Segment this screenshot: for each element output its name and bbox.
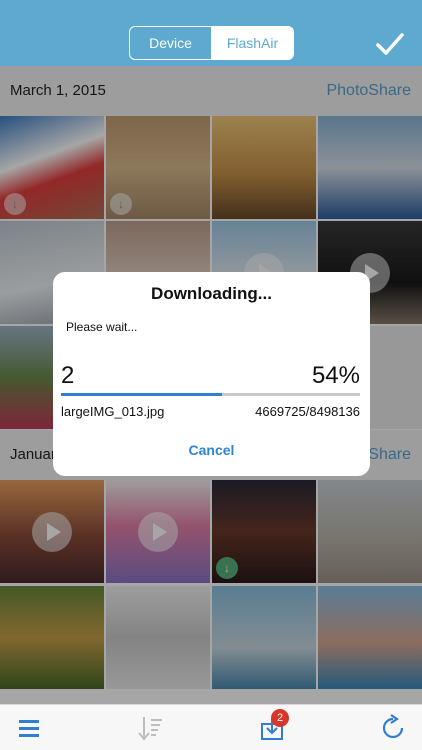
refresh-icon[interactable] — [378, 713, 408, 743]
download-progress-bar — [61, 393, 360, 396]
top-bar: Device FlashAir — [0, 0, 422, 66]
segment-device[interactable]: Device — [130, 27, 212, 59]
download-bytes: 4669725/8498136 — [255, 404, 360, 419]
sort-icon[interactable] — [136, 713, 166, 743]
download-filename: largeIMG_013.jpg — [61, 404, 165, 419]
download-count-badge: 2 — [271, 709, 289, 727]
source-segmented-control[interactable]: Device FlashAir — [129, 26, 294, 60]
checkmark-icon[interactable] — [374, 30, 406, 58]
progress-fill — [61, 393, 223, 396]
segment-flashair[interactable]: FlashAir — [212, 27, 293, 59]
downloading-dialog: Downloading... Please wait... 2 54% larg… — [53, 272, 370, 476]
download-count: 2 — [61, 362, 75, 389]
menu-icon[interactable] — [14, 713, 44, 743]
dialog-message: Please wait... — [66, 320, 138, 334]
bottom-toolbar — [0, 704, 422, 750]
download-percent: 54% — [311, 362, 360, 389]
cancel-button[interactable]: Cancel — [53, 442, 370, 458]
dialog-title: Downloading... — [151, 284, 272, 303]
